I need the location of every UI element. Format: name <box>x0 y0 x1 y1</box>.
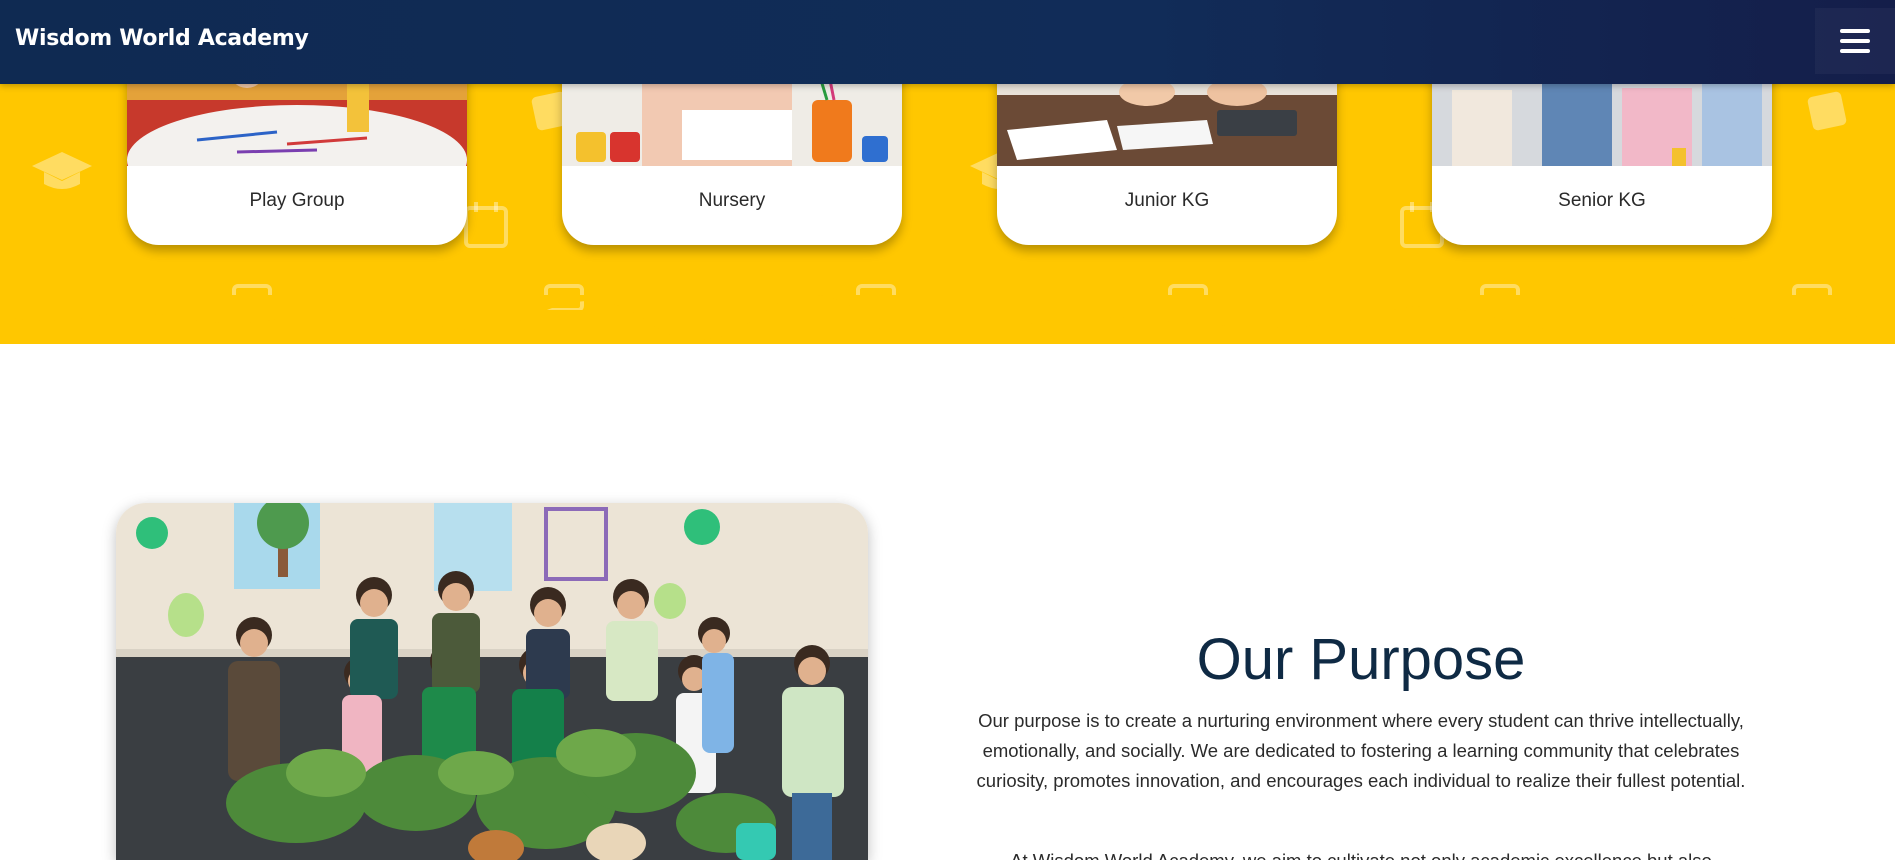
purpose-heading: Our Purpose <box>1196 627 1526 692</box>
purpose-photo <box>116 503 868 860</box>
purpose-paragraph: Our purpose is to create a nurturing env… <box>976 710 1746 791</box>
program-card-play-group[interactable]: Play Group <box>127 84 467 245</box>
program-card-label: Play Group <box>249 190 345 211</box>
graduation-cap-icon <box>32 152 92 189</box>
calendar-icon <box>464 202 508 248</box>
junior-kg-photo <box>997 84 1337 166</box>
senior-kg-photo <box>1432 84 1772 166</box>
nursery-photo <box>562 84 902 166</box>
purpose-paragraph-continued: At Wisdom World Academy, we aim to culti… <box>965 846 1757 860</box>
menu-toggle-button[interactable] <box>1815 8 1895 74</box>
program-card-label: Senior KG <box>1558 190 1646 211</box>
book-icon <box>1807 91 1847 131</box>
program-card-senior-kg[interactable]: Senior KG <box>1432 84 1772 245</box>
students-with-plants-photo <box>116 503 868 860</box>
program-card-label: Junior KG <box>1124 190 1210 211</box>
program-card-junior-kg[interactable]: Junior KG <box>997 84 1337 245</box>
hamburger-menu-icon <box>1840 29 1870 53</box>
brand-logo-text[interactable]: Wisdom World Academy <box>15 26 309 51</box>
program-card-nursery[interactable]: Nursery <box>562 84 902 245</box>
wave-divider <box>0 295 1895 341</box>
play-group-photo <box>127 84 467 166</box>
top-navbar: Wisdom World Academy <box>0 0 1895 84</box>
program-card-label: Nursery <box>698 190 766 211</box>
